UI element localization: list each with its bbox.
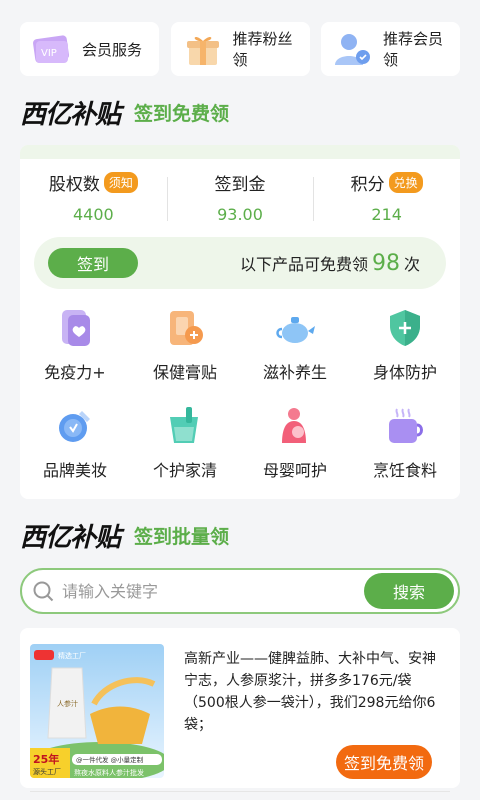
checkin-card: 股权数 须知 4400 签到金 93.00 积分 兑换 214 签到 以下产品可… (20, 145, 460, 499)
notice-badge[interactable]: 须知 (103, 171, 138, 193)
recommend-fans-card[interactable]: 推荐粉丝领 (170, 22, 310, 76)
teapot-icon (276, 317, 315, 343)
category-mother-baby-label: 母婴呵护 (262, 461, 327, 480)
stat-checkin-gold-value: 93.00 (217, 205, 263, 224)
stats-row: 股权数 须知 4400 签到金 93.00 积分 兑换 214 (20, 169, 460, 229)
stat-points-label: 积分 (350, 174, 385, 195)
stat-points-value: 214 (371, 205, 402, 224)
product-image-pack: 人参汁 (57, 699, 78, 708)
category-grid: 免疫力+ 保健膏贴 滋补养生 身体防护 品牌美妆 个护家清 母婴呵护 烹饪食料 (20, 307, 460, 481)
category-personal-care[interactable]: 个护家清 (130, 405, 240, 481)
checkin-button[interactable]: 签到 (48, 248, 138, 278)
beauty-icon (59, 411, 90, 442)
search-input[interactable] (62, 581, 364, 601)
stat-checkin-gold-label: 签到金 (214, 174, 266, 195)
top-service-row: VIP 会员服务 推荐粉丝领 推荐会员领 (20, 22, 460, 76)
recommend-member-card[interactable]: 推荐会员领 (321, 22, 460, 76)
stat-points[interactable]: 积分 兑换 214 (313, 169, 460, 229)
product-image-tag1: @一件代发 @小量定制 (76, 755, 144, 764)
section-title: 签到批量领 (134, 526, 230, 548)
svg-text:VIP: VIP (41, 48, 57, 59)
product-card[interactable]: 精选工厂 人参汁 25年 源头工厂 @一件代发 @小量定制 熬夜水原料人参汁批发… (20, 628, 460, 788)
category-body-protection-label: 身体防护 (372, 363, 437, 382)
category-cooking-label: 烹饪食料 (372, 461, 437, 480)
stat-checkin-gold[interactable]: 签到金 93.00 (166, 169, 314, 229)
free-claim-count: 98 (371, 250, 400, 276)
category-beauty[interactable]: 品牌美妆 (20, 405, 130, 481)
section-title: 签到免费领 (134, 103, 230, 125)
product-image-badge: 25年 (33, 752, 59, 766)
category-immunity[interactable]: 免疫力+ (20, 307, 130, 383)
free-claim-info: 以下产品可免费领 98 次 (240, 251, 420, 276)
category-tonic[interactable]: 滋补养生 (240, 307, 350, 383)
vip-card-icon: VIP (33, 35, 69, 63)
member-user-icon (335, 34, 370, 65)
immunity-icon (62, 310, 90, 346)
product-image-tag2: 熬夜水原料人参汁批发 (74, 768, 144, 777)
cooking-icon (389, 408, 423, 443)
category-mother-baby[interactable]: 母婴呵护 (240, 405, 350, 481)
member-service-label: 会员服务 (82, 40, 143, 59)
brand-logo: 西亿补贴 (20, 523, 121, 553)
product-description: 高新产业——健脾益肺、大补中气、安神宁志，人参原浆汁，拼多多176元/袋（500… (184, 651, 436, 733)
section-header-checkin-free: 西亿补贴 签到免费领 (20, 94, 229, 131)
category-personal-care-label: 个护家清 (152, 461, 217, 480)
free-claim-text: 以下产品可免费领 (239, 254, 368, 274)
section-header-batch-claim: 西亿补贴 签到批量领 (20, 517, 229, 554)
plaster-icon (170, 311, 203, 345)
recommend-member-label: 推荐会员领 (383, 30, 444, 69)
free-claim-unit: 次 (403, 254, 420, 274)
product-image-sub: 源头工厂 (33, 767, 61, 776)
shield-plus-icon (390, 310, 420, 346)
category-tonic-label: 滋补养生 (262, 363, 327, 382)
divider (30, 791, 450, 792)
search-bar: 搜索 (20, 568, 460, 614)
search-icon (33, 581, 54, 602)
cleaning-cup-icon (170, 407, 198, 443)
stat-equity-label: 股权数 (48, 174, 100, 195)
category-body-protection[interactable]: 身体防护 (350, 307, 460, 383)
category-beauty-label: 品牌美妆 (42, 461, 107, 480)
category-plaster[interactable]: 保健膏贴 (130, 307, 240, 383)
category-plaster-label: 保健膏贴 (152, 363, 217, 382)
recommend-fans-label: 推荐粉丝领 (232, 30, 293, 69)
checkin-bar: 签到 以下产品可免费领 98 次 (34, 237, 446, 289)
member-service-card[interactable]: VIP 会员服务 (20, 22, 159, 76)
search-button[interactable]: 搜索 (364, 573, 454, 609)
brand-logo: 西亿补贴 (20, 100, 121, 130)
exchange-badge[interactable]: 兑换 (388, 171, 423, 193)
product-image-brand: 精选工厂 (58, 651, 86, 660)
card-top-band (20, 145, 460, 159)
category-immunity-label: 免疫力+ (44, 363, 106, 382)
category-cooking[interactable]: 烹饪食料 (350, 405, 460, 481)
gift-box-icon (186, 36, 219, 65)
mother-baby-icon (282, 408, 306, 443)
product-image[interactable]: 精选工厂 人参汁 25年 源头工厂 @一件代发 @小量定制 熬夜水原料人参汁批发 (30, 644, 164, 778)
stat-equity-value: 4400 (72, 205, 114, 224)
stat-equity[interactable]: 股权数 须知 4400 (20, 169, 167, 229)
claim-free-button[interactable]: 签到免费领 (335, 745, 432, 779)
